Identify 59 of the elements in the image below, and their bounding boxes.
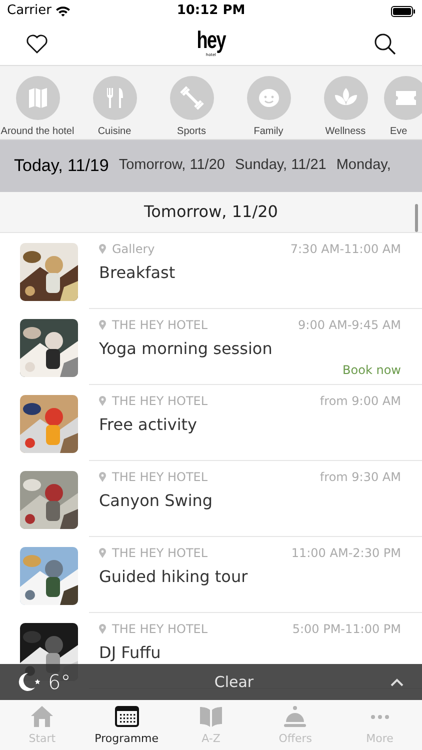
location-pin-icon: [99, 396, 106, 406]
event-location: THE HEY HOTEL: [112, 545, 208, 562]
event-title[interactable]: Yoga morning session: [99, 339, 272, 359]
date-tab[interactable]: Tomorrow, 11/20: [118, 155, 225, 177]
location-pin-icon: [99, 548, 106, 558]
date-tab[interactable]: Sunday, 11/21: [234, 155, 326, 177]
carrier-text: Carrier: [7, 2, 52, 20]
calendar-icon: [114, 704, 140, 729]
category-label[interactable]: Cuisine: [98, 124, 132, 139]
dumbbell-icon[interactable]: [170, 76, 214, 120]
clock-text: 10:12 PM: [176, 2, 246, 20]
category-label[interactable]: Wellness: [325, 124, 366, 139]
wifi-icon: [55, 5, 72, 17]
location-pin-icon: [99, 244, 106, 254]
scroll-indicator: [415, 204, 418, 232]
event-title[interactable]: Canyon Swing: [99, 491, 213, 511]
map-icon[interactable]: [16, 76, 60, 120]
smiley-icon[interactable]: [246, 76, 290, 120]
event-time: 5:00 PM-11:00 PM: [292, 621, 401, 638]
event-location: THE HEY HOTEL: [112, 621, 208, 638]
moon-stars-icon: [18, 672, 42, 692]
location-pin-icon: [99, 624, 106, 634]
event-time: 9:00 AM-9:45 AM: [298, 317, 401, 334]
cutlery-icon[interactable]: [92, 76, 136, 120]
event-time: from 9:00 AM: [320, 393, 401, 410]
event-location: THE HEY HOTEL: [112, 469, 208, 486]
event-title[interactable]: Free activity: [99, 415, 198, 435]
event-title[interactable]: Breakfast: [99, 263, 176, 283]
tab-bar-item[interactable]: Programme: [84, 700, 169, 750]
battery-icon: [391, 6, 415, 16]
event-location: THE HEY HOTEL: [112, 317, 208, 334]
chevron-up-icon[interactable]: [390, 678, 404, 686]
category-label[interactable]: Sports: [177, 124, 206, 139]
category-label[interactable]: Family: [254, 124, 284, 139]
heart-icon[interactable]: [26, 34, 48, 54]
date-tab[interactable]: Today, 11/19: [14, 153, 109, 179]
event-location: THE HEY HOTEL: [112, 393, 208, 410]
date-tab[interactable]: Monday,: [336, 155, 391, 177]
event-title[interactable]: DJ Fuffu: [99, 643, 161, 663]
temperature-text: 6°: [48, 669, 71, 696]
search-icon[interactable]: [374, 32, 396, 54]
leaf-icon[interactable]: [324, 76, 368, 120]
category-label[interactable]: Eve: [390, 124, 408, 139]
location-pin-icon: [99, 472, 106, 482]
more-icon: [370, 714, 389, 718]
book-icon: [198, 704, 224, 729]
category-label[interactable]: Around the hotel: [0, 124, 74, 139]
event-time: 11:00 AM-2:30 PM: [291, 545, 401, 562]
event-time: from 9:30 AM: [320, 469, 401, 486]
home-icon: [29, 704, 56, 729]
ticket-icon[interactable]: [384, 76, 422, 120]
event-time: 7:30 AM-11:00 AM: [290, 241, 401, 258]
weather-condition: Clear: [213, 672, 255, 693]
event-location: Gallery: [112, 241, 155, 258]
section-title: Tomorrow, 11/20: [144, 201, 278, 223]
event-title[interactable]: Guided hiking tour: [99, 567, 248, 587]
location-pin-icon: [99, 320, 106, 330]
weather-bar[interactable]: 6° Clear: [0, 664, 422, 700]
service-bell-icon: [282, 704, 308, 729]
